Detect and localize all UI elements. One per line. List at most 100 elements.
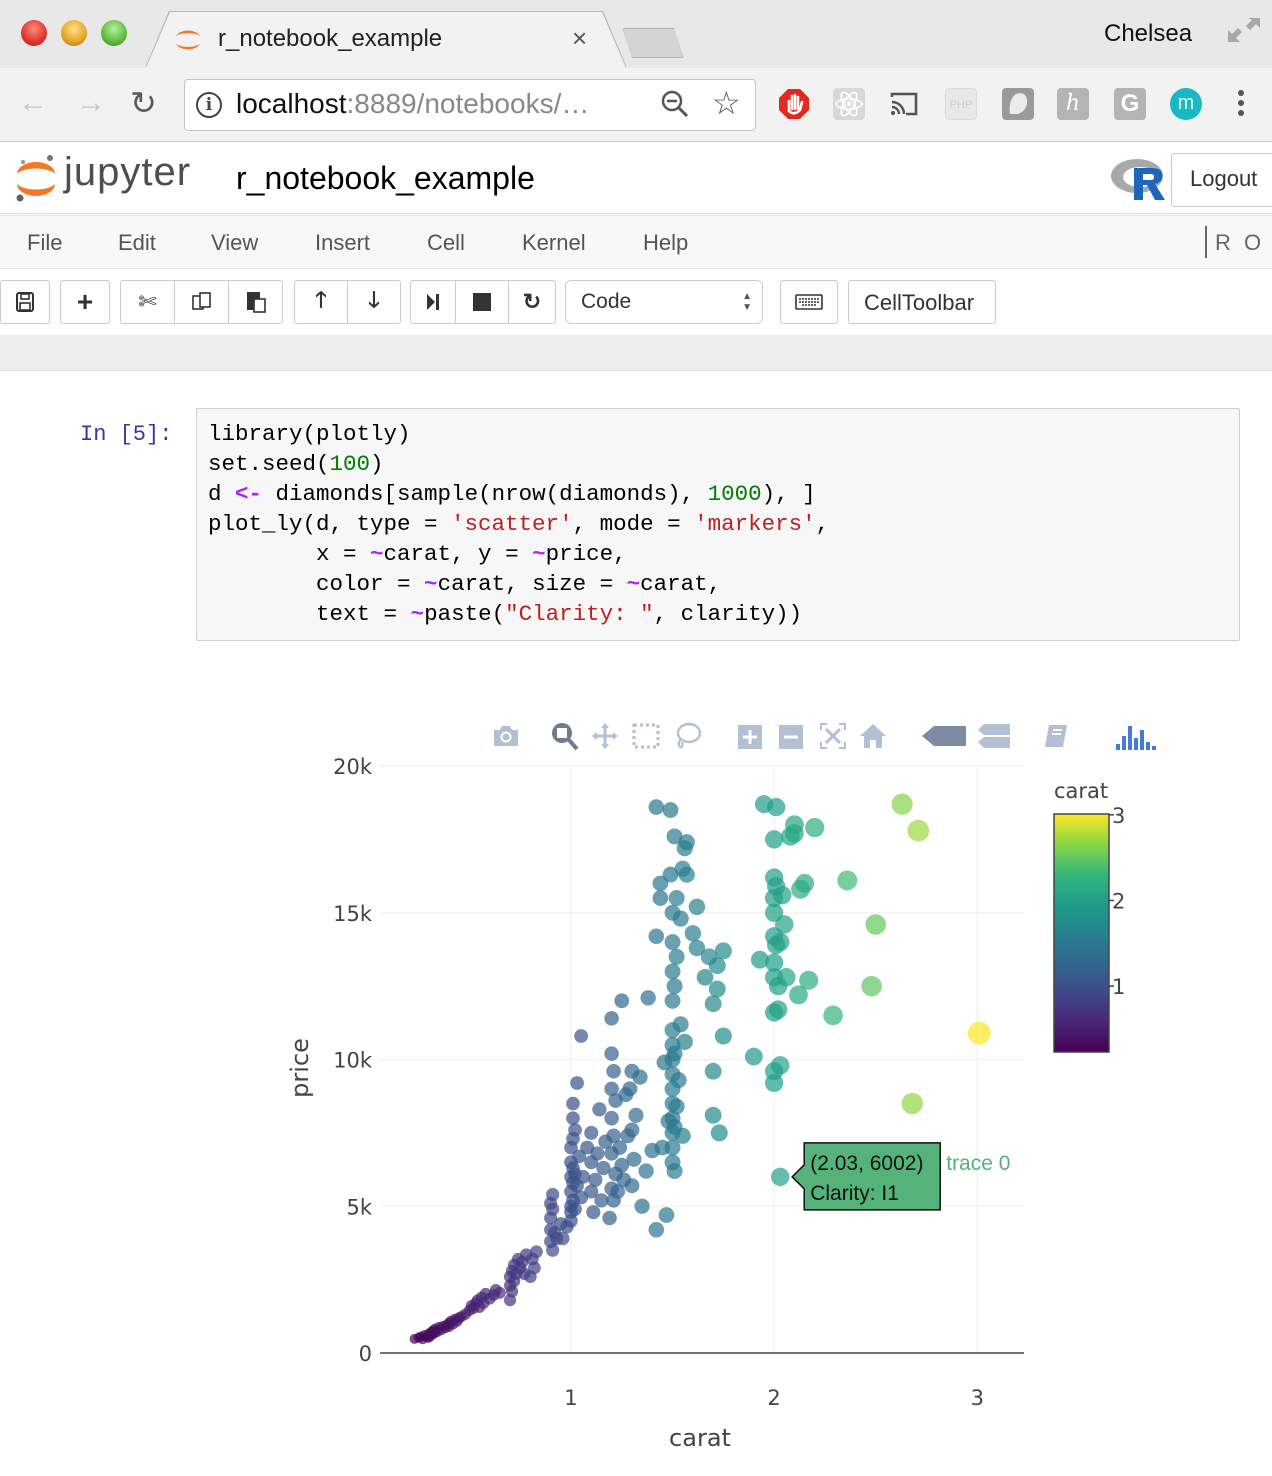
data-point [546, 1243, 560, 1257]
save-button[interactable] [0, 280, 50, 324]
reload-icon[interactable]: ↻ [130, 84, 157, 122]
command-palette-button[interactable] [780, 280, 838, 324]
restart-button[interactable]: ↻ [508, 280, 556, 324]
data-point [708, 957, 726, 975]
forward-arrow-icon[interactable]: → [76, 86, 106, 120]
data-point [648, 799, 665, 815]
hover-closest-icon[interactable] [920, 720, 968, 752]
cell-type-select[interactable]: Code ▲ ▼ [565, 280, 763, 324]
profile-name[interactable]: Chelsea [1104, 20, 1192, 48]
x-tick-label: 1 [564, 1386, 577, 1410]
notebook-name[interactable]: r_notebook_example [236, 160, 535, 197]
data-point [714, 1027, 732, 1045]
data-point [570, 1076, 584, 1090]
menu-file[interactable]: File [27, 230, 62, 256]
jupyter-logo-text[interactable]: jupyter [64, 150, 191, 195]
menu-cell[interactable]: Cell [427, 230, 465, 256]
back-arrow-icon[interactable]: ← [18, 86, 48, 120]
scatter-plot[interactable]: 05k10k15k20k1 2 3caratprice carat123 (2.03… [270, 750, 1210, 1470]
menu-help[interactable]: Help [643, 230, 688, 256]
hover-label-text: Clarity: I1 [810, 1182, 899, 1205]
data-point [530, 1245, 543, 1259]
data-point [771, 932, 790, 952]
run-button[interactable] [410, 280, 456, 324]
data-point [668, 948, 685, 965]
window-zoom-button[interactable] [101, 20, 127, 46]
tab-close-icon[interactable]: × [572, 23, 587, 54]
pan-icon[interactable] [589, 720, 621, 752]
zoom-out-icon[interactable] [776, 720, 806, 752]
code-token: library(plotly) [208, 421, 411, 447]
data-point [668, 890, 685, 907]
box-select-icon[interactable] [630, 720, 662, 752]
data-point [592, 1102, 607, 1117]
menu-edit[interactable]: Edit [118, 230, 156, 256]
lasso-select-icon[interactable] [671, 720, 703, 752]
grammarly-icon[interactable]: G [1114, 88, 1146, 120]
menu-insert[interactable]: Insert [315, 230, 370, 256]
restart-icon: ↻ [522, 289, 542, 314]
move-up-button[interactable]: 🡑 [294, 280, 348, 324]
edit-in-chart-studio-icon[interactable] [1040, 720, 1072, 752]
data-point [606, 1063, 621, 1079]
cast-icon[interactable] [888, 88, 920, 120]
code-token: carat, size = [437, 571, 627, 597]
reset-axes-icon[interactable] [858, 720, 888, 752]
arrow-down-icon: 🡓 [368, 287, 380, 312]
zoom-in-icon[interactable] [735, 720, 765, 752]
code-token: 'markers' [694, 511, 816, 537]
data-point [891, 793, 913, 815]
hover-compare-icon[interactable] [976, 720, 1012, 752]
data-point [777, 968, 796, 987]
browser-menu-icon[interactable] [1234, 88, 1248, 122]
data-point [628, 1107, 644, 1123]
data-point [493, 1286, 506, 1299]
window-close-button[interactable] [21, 20, 47, 46]
m-extension-icon[interactable]: m [1170, 88, 1202, 120]
zoom-icon[interactable] [548, 720, 580, 752]
jupyter-logo-icon[interactable] [14, 152, 58, 204]
data-point [805, 818, 825, 838]
h-extension-icon[interactable]: h [1057, 88, 1089, 120]
cut-button[interactable]: ✄ [120, 280, 175, 324]
arrow-up-icon: 🡑 [315, 287, 327, 312]
zoom-out-indicator-icon[interactable] [660, 89, 690, 119]
autoscale-icon[interactable] [817, 720, 849, 752]
logout-button[interactable]: Logout [1171, 153, 1272, 207]
data-point [967, 1021, 991, 1045]
menu-view[interactable]: View [211, 230, 258, 256]
code-token: ~ [626, 571, 641, 597]
celltoolbar-button[interactable]: CellToolbar [848, 280, 996, 324]
kernel-name: R [1215, 230, 1231, 255]
react-devtools-icon[interactable] [833, 88, 865, 120]
data-point [664, 963, 681, 980]
info-icon[interactable]: i [196, 92, 222, 118]
data-point [907, 819, 930, 842]
bookmark-star-icon[interactable]: ☆ [712, 84, 741, 122]
fullscreen-icon[interactable] [1226, 14, 1262, 44]
colorbar-tick-label: 1 [1112, 975, 1125, 999]
data-point [771, 1167, 790, 1187]
data-point [546, 1202, 560, 1216]
paste-button[interactable] [228, 280, 283, 324]
adblock-icon[interactable] [778, 88, 810, 120]
code-line: library(plotly) [208, 421, 411, 447]
code-token: set.seed( [208, 451, 330, 477]
insert-cell-button[interactable]: + [60, 280, 110, 324]
data-point [568, 1123, 582, 1137]
url-text[interactable]: localhost:8889/notebooks/… [236, 88, 589, 120]
menu-bar [0, 215, 1272, 269]
copy-button[interactable] [174, 280, 229, 324]
interrupt-button[interactable] [455, 280, 509, 324]
window-minimize-button[interactable] [61, 20, 87, 46]
move-down-button[interactable]: 🡓 [347, 280, 401, 324]
data-point [672, 910, 689, 927]
new-tab-button[interactable] [622, 28, 684, 58]
menu-kernel[interactable]: Kernel [522, 230, 586, 256]
camera-icon[interactable] [490, 720, 522, 752]
php-icon[interactable]: PHP [945, 88, 977, 120]
plotly-logo-icon[interactable] [1114, 720, 1162, 752]
data-point [676, 840, 693, 857]
ghostery-icon[interactable] [1002, 88, 1034, 120]
scissors-icon: ✄ [138, 289, 157, 314]
